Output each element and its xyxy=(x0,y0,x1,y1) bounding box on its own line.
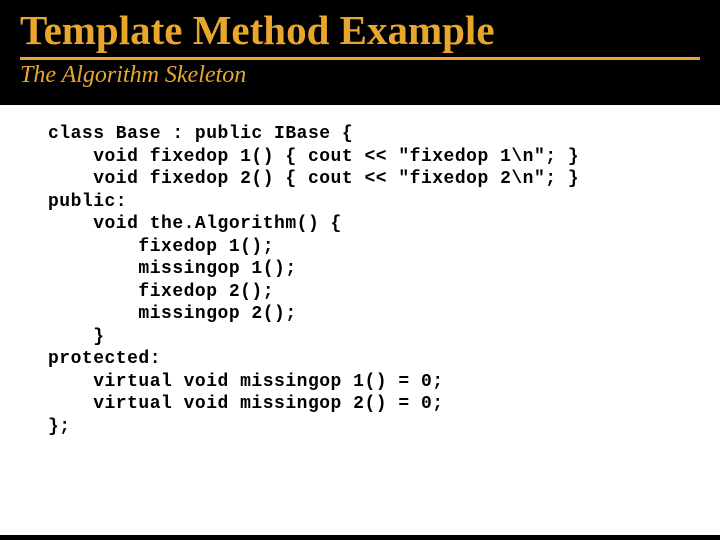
slide-title: Template Method Example xyxy=(0,0,720,53)
slide-subtitle: The Algorithm Skeleton xyxy=(0,60,720,89)
code-block: class Base : public IBase { void fixedop… xyxy=(0,123,720,438)
slide: Template Method Example The Algorithm Sk… xyxy=(0,0,720,540)
code-area: class Base : public IBase { void fixedop… xyxy=(0,105,720,535)
